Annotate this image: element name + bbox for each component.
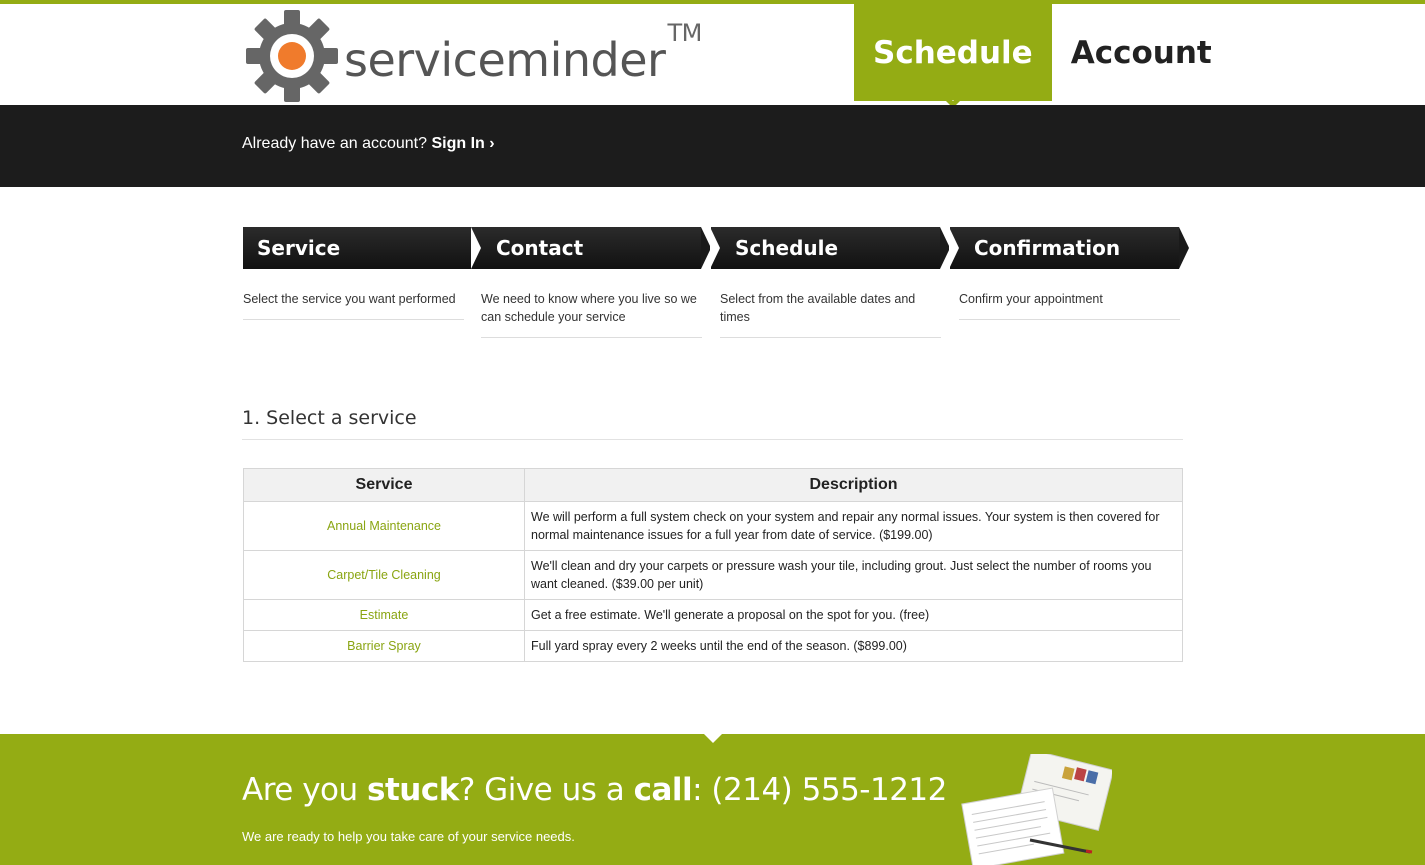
service-link-annual-maintenance[interactable]: Annual Maintenance	[243, 501, 525, 551]
papers-illustration	[961, 754, 1112, 865]
call-part-3: ? Give us a	[458, 772, 634, 808]
step-contact: Contact We need to know where you live s…	[471, 227, 711, 338]
step-confirmation: Confirmation Confirm your appointment	[949, 227, 1189, 320]
step-contact-description: We need to know where you live so we can…	[481, 269, 702, 338]
service-description: Get a free estimate. We'll generate a pr…	[524, 599, 1183, 631]
table-row: Carpet/Tile Cleaning We'll clean and dry…	[243, 550, 1183, 600]
signin-bar: Already have an account? Sign In ›	[0, 105, 1425, 187]
step-confirmation-description: Confirm your appointment	[959, 269, 1180, 320]
step-contact-title: Contact	[471, 227, 711, 269]
service-link-carpet-tile-cleaning[interactable]: Carpet/Tile Cleaning	[243, 550, 525, 600]
gear-logo-icon	[246, 10, 338, 102]
column-header-service: Service	[243, 468, 525, 502]
main-nav: Schedule Account	[854, 4, 1231, 108]
footer-call-text: Are you stuck? Give us a call: (214) 555…	[242, 772, 947, 808]
table-header-row: Service Description	[243, 468, 1183, 502]
step-service-description: Select the service you want performed	[243, 269, 464, 320]
table-row: Annual Maintenance We will perform a ful…	[243, 501, 1183, 551]
step-service-title: Service	[243, 227, 482, 269]
step-service: Service Select the service you want perf…	[243, 227, 482, 320]
service-description: Full yard spray every 2 weeks until the …	[524, 630, 1183, 662]
nav-tab-schedule[interactable]: Schedule	[854, 4, 1052, 108]
signin-prompt-text: Already have an account?	[242, 135, 428, 152]
signin-prompt: Already have an account? Sign In ›	[242, 135, 495, 153]
service-link-barrier-spray[interactable]: Barrier Spray	[243, 630, 525, 662]
logo-text: serviceminder	[344, 33, 666, 87]
footer-callout: Are you stuck? Give us a call: (214) 555…	[0, 734, 1425, 865]
step-confirmation-title: Confirmation	[949, 227, 1189, 269]
table-row: Barrier Spray Full yard spray every 2 we…	[243, 630, 1183, 662]
call-part-4: call	[633, 772, 693, 808]
trademark: TM	[667, 19, 702, 47]
step-schedule-description: Select from the available dates and time…	[720, 269, 941, 338]
sign-in-link[interactable]: Sign In ›	[431, 135, 494, 152]
nav-tab-schedule-label: Schedule	[873, 34, 1033, 71]
call-phone: : (214) 555-1212	[692, 772, 947, 808]
step-schedule-title: Schedule	[710, 227, 950, 269]
column-header-description: Description	[524, 468, 1183, 502]
services-table: Service Description Annual Maintenance W…	[243, 468, 1183, 662]
section-title: 1. Select a service	[242, 407, 1183, 440]
nav-tab-account-label: Account	[1070, 34, 1212, 71]
logo[interactable]: serviceminderTM	[246, 8, 702, 104]
footer-subtext: We are ready to help you take care of yo…	[242, 829, 575, 844]
call-part-2: stuck	[367, 772, 459, 808]
nav-tab-account[interactable]: Account	[1052, 4, 1231, 101]
header: serviceminderTM Schedule Account	[0, 4, 1425, 108]
service-description: We'll clean and dry your carpets or pres…	[524, 550, 1183, 600]
service-link-estimate[interactable]: Estimate	[243, 599, 525, 631]
wizard-steps: Service Select the service you want perf…	[243, 227, 1193, 357]
call-part-1: Are you	[242, 772, 368, 808]
service-description: We will perform a full system check on y…	[524, 501, 1183, 551]
step-schedule: Schedule Select from the available dates…	[710, 227, 950, 338]
table-row: Estimate Get a free estimate. We'll gene…	[243, 599, 1183, 631]
logo-wordmark: serviceminderTM	[344, 19, 702, 87]
